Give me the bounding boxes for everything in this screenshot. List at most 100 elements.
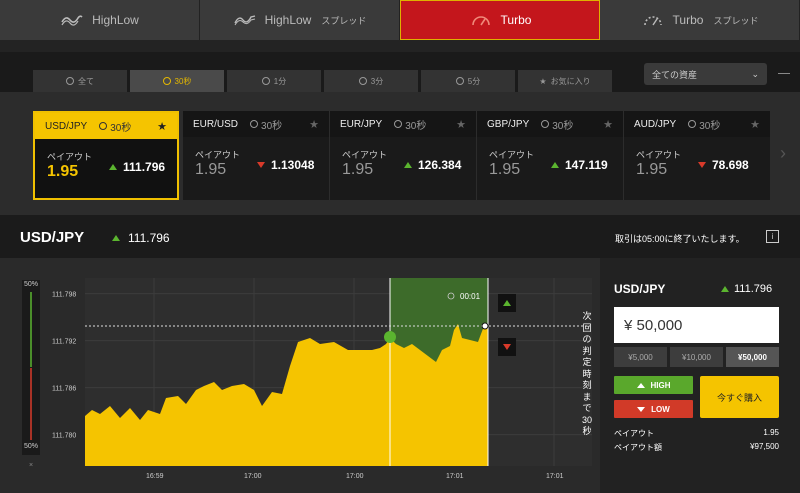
low-button[interactable]: LOW [614,400,693,418]
time-tab-all[interactable]: 全て [33,70,127,92]
speedometer-icon [471,16,490,26]
preset-5000-button[interactable]: ¥5,000 [614,347,667,367]
asset-card-eurusd[interactable]: EUR/USD 30秒 ★ ペイアウト 1.95 1.13048 [183,111,329,200]
x-tick-label: 17:01 [446,473,464,480]
amount-input[interactable] [614,307,779,343]
time-tab-label: お気に入り [550,76,591,86]
card-payout: 1.95 [489,161,521,178]
tab-turbo-spread-label: Turbo [672,13,704,27]
card-payout-label: ペイアウト [195,150,241,160]
entry-marker [384,331,396,343]
asset-cards: USD/JPY 30秒 ★ ペイアウト 1.95 111.796 EUR/USD 30… [0,92,800,215]
info-icon[interactable]: i [766,230,779,243]
preset-50000-button[interactable]: ¥50,000 [726,347,779,367]
favorite-star-icon[interactable]: ★ [603,118,613,131]
x-axis-labels: 16:59 17:00 17:00 17:01 17:01 [146,473,564,480]
card-time: 30秒 [261,120,283,132]
card-payout: 1.95 [47,163,79,180]
time-tab-3m[interactable]: 3分 [324,70,418,92]
tab-highlow[interactable]: HighLow [0,0,200,40]
tab-turbo-spread[interactable]: Turbo スプレッド [600,0,800,40]
speedometer-dotted-icon [643,16,662,26]
pair-header: USD/JPY 111.796 取引は05:00に終了いたします。 i [0,215,800,258]
asset-select[interactable]: 全ての資産 ⌄ [644,63,767,85]
clock-icon [541,120,550,128]
card-price: 111.796 [123,160,166,174]
asset-card-gbpjpy[interactable]: GBP/JPY 30秒 ★ ペイアウト 1.95 147.119 [477,111,623,200]
y-tick-label: 111.780 [52,433,76,440]
panel-pair-title: USD/JPY [614,282,666,296]
time-tab-label: 30秒 [174,76,192,86]
down-arrow-icon [637,406,646,412]
next-judgment-text: 次回の判定時刻まで30秒 [581,311,592,436]
up-arrow-icon [636,382,645,388]
up-arrow-icon [721,286,729,292]
app-root: HighLow HighLow スプレッド Turbo Turbo スプレッド 全て… [0,0,800,493]
tab-highlow-spread[interactable]: HighLow スプレッド [200,0,400,40]
time-tab-label: 1分 [273,76,287,86]
payout-row: ペイアウト 1.95 [614,428,779,439]
clock-icon [455,77,464,85]
amount-presets: ¥5,000 ¥10,000 ¥50,000 [614,347,779,367]
time-tab-label: 3分 [370,76,384,86]
tab-turbo-label: Turbo [500,13,532,27]
high-label: HIGH [650,380,671,390]
clock-icon [394,120,403,128]
tab-turbo[interactable]: Turbo [400,0,600,40]
card-payout-label: ペイアウト [636,150,682,160]
time-tab-1m[interactable]: 1分 [227,70,321,92]
chevron-right-icon[interactable]: › [780,143,786,164]
card-price: 126.384 [418,158,462,172]
asset-card-usdjpy[interactable]: USD/JPY 30秒 ★ ペイアウト 1.95 111.796 [33,111,179,200]
panel-price: 111.796 [734,283,773,295]
card-price: 78.698 [712,158,749,172]
clock-icon [358,77,367,85]
down-arrow-icon [257,162,265,168]
card-payout-label: ペイアウト [489,150,535,160]
card-pair: AUD/JPY [634,118,677,130]
payout-amount-value: ¥97,500 [750,442,779,451]
favorite-star-icon[interactable]: ★ [157,120,167,133]
up-arrow-icon [551,162,559,168]
x-tick-label: 17:01 [546,473,564,480]
card-pair: EUR/USD [193,118,239,130]
x-tick-label: 17:00 [346,473,364,480]
pair-price: 111.796 [128,231,170,245]
card-payout: 1.95 [342,161,374,178]
clock-icon [66,77,74,85]
tab-turbo-spread-sub: スプレッド [713,15,759,26]
highlow-spread-icon [234,15,255,26]
pair-title: USD/JPY [20,229,85,246]
down-arrow-icon [698,162,706,168]
clock-icon [250,120,259,128]
x-tick-label: 17:00 [244,473,262,480]
payout-amount-row: ペイアウト額 ¥97,500 [614,442,779,453]
time-tab-label: 全て [78,76,94,86]
payout-value: 1.95 [763,428,779,437]
card-payout-label: ペイアウト [342,150,388,160]
asset-card-audjpy[interactable]: AUD/JPY 30秒 ★ ペイアウト 1.95 78.698 [624,111,770,200]
y-tick-label: 111.798 [52,292,76,299]
up-arrow-icon [404,162,412,168]
time-tab-label: 5分 [467,76,481,86]
clock-icon [688,120,697,128]
favorite-star-icon[interactable]: ★ [456,118,466,131]
time-tab-favorites[interactable]: ★ お気に入り [518,70,612,92]
highlow-icon [61,15,83,26]
time-tab-30s[interactable]: 30秒 [130,70,224,92]
card-price: 1.13048 [271,158,315,172]
asset-card-eurjpy[interactable]: EUR/JPY 30秒 ★ ペイアウト 1.95 126.384 [330,111,476,200]
preset-10000-button[interactable]: ¥10,000 [670,347,723,367]
card-pair: EUR/JPY [340,118,383,130]
asset-select-value: 全ての資産 [652,69,698,80]
buy-now-button[interactable]: 今すぐ購入 [700,376,779,418]
clock-icon [162,77,171,85]
up-arrow-icon [109,164,117,170]
minimize-icon[interactable] [778,73,790,74]
trade-end-message: 取引は05:00に終了いたします。 [615,234,745,244]
favorite-star-icon[interactable]: ★ [750,118,760,131]
time-tab-5m[interactable]: 5分 [421,70,515,92]
favorite-star-icon[interactable]: ★ [309,118,319,131]
price-chart: 111.798 111.792 111.786 111.780 16:59 17… [52,278,592,480]
high-button[interactable]: HIGH [614,376,693,394]
